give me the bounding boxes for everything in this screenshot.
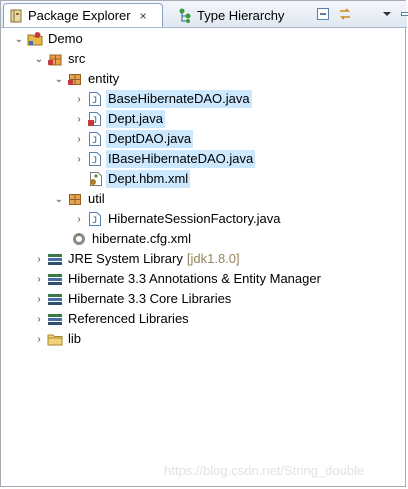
tree-label: src: [68, 51, 86, 66]
tree-node-file[interactable]: Dept.hbm.xml: [87, 169, 191, 189]
tab-type-hierarchy[interactable]: Type Hierarchy: [169, 3, 287, 27]
view-tab-bar: Package Explorer × Type Hierarchy: [1, 1, 408, 28]
tree-label: hibernate.cfg.xml: [92, 231, 191, 246]
java-file-icon: J: [87, 211, 103, 227]
tab-package-explorer[interactable]: Package Explorer ×: [3, 3, 163, 27]
tree-label: IBaseHibernateDAO.java: [106, 150, 256, 168]
tree-label: JRE System Library: [68, 251, 183, 266]
tree-label: HibernateSessionFactory.java: [108, 211, 281, 226]
link-with-editor-icon[interactable]: [337, 6, 353, 22]
chevron-right-icon[interactable]: ›: [33, 289, 45, 309]
package-explorer-icon: [8, 8, 24, 24]
chevron-right-icon[interactable]: ›: [33, 329, 45, 349]
tree-label: Referenced Libraries: [68, 311, 189, 326]
java-file-icon: J: [87, 91, 103, 107]
tree-label: lib: [68, 331, 82, 346]
chevron-right-icon[interactable]: ›: [33, 269, 45, 289]
tree-node-demo[interactable]: ⌄ Demo: [13, 29, 85, 49]
svg-text:J: J: [92, 156, 97, 166]
view-menu-icon[interactable]: [379, 6, 395, 22]
tree-label: Demo: [48, 31, 83, 46]
collapse-all-icon[interactable]: [315, 6, 331, 22]
chevron-right-icon[interactable]: ›: [73, 109, 85, 129]
tree-node-file[interactable]: hibernate.cfg.xml: [71, 229, 193, 249]
tree-node-file[interactable]: › J BaseHibernateDAO.java: [73, 89, 252, 109]
tree-node-file[interactable]: › J IBaseHibernateDAO.java: [73, 149, 256, 169]
tree-node-src[interactable]: ⌄ src: [33, 49, 87, 69]
tree-label: BaseHibernateDAO.java: [106, 90, 252, 108]
tree-node-library[interactable]: › Hibernate 3.3 Annotations & Entity Man…: [33, 269, 323, 289]
close-icon[interactable]: ×: [140, 9, 147, 23]
chevron-down-icon[interactable]: ⌄: [53, 189, 65, 209]
java-file-error-icon: J: [87, 111, 103, 127]
hibernate-config-icon: [71, 231, 87, 247]
tree-label: entity: [88, 71, 120, 86]
type-hierarchy-icon: [177, 7, 193, 23]
tree-node-lib-folder[interactable]: › lib: [33, 329, 83, 349]
tree-node-entity[interactable]: ⌄ entity: [53, 69, 121, 89]
tree-node-file[interactable]: › J HibernateSessionFactory.java: [73, 209, 282, 229]
chevron-down-icon[interactable]: ⌄: [13, 29, 25, 49]
chevron-right-icon[interactable]: ›: [73, 129, 85, 149]
package-explorer-view: Package Explorer × Type Hierarchy ⌄ Demo…: [0, 0, 408, 487]
java-file-icon: J: [87, 151, 103, 167]
tree-label: Hibernate 3.3 Annotations & Entity Manag…: [68, 271, 321, 286]
package-icon: [67, 71, 83, 87]
tree-label: DeptDAO.java: [106, 130, 194, 148]
tree-node-referenced-libraries[interactable]: › Referenced Libraries: [33, 309, 191, 329]
chevron-right-icon[interactable]: ›: [33, 249, 45, 269]
chevron-right-icon[interactable]: ›: [73, 149, 85, 169]
tree-label: Hibernate 3.3 Core Libraries: [68, 291, 232, 306]
source-folder-icon: [47, 51, 63, 67]
tree-label: util: [88, 191, 105, 206]
chevron-down-icon[interactable]: ⌄: [53, 69, 65, 89]
svg-text:J: J: [92, 136, 97, 146]
tab-label: Package Explorer: [28, 8, 131, 23]
java-file-icon: J: [87, 131, 103, 147]
library-icon: [47, 271, 63, 287]
watermark-text: https://blog.csdn.net/String_double: [164, 463, 365, 478]
tree-node-file[interactable]: › J DeptDAO.java: [73, 129, 194, 149]
folder-icon: [47, 331, 63, 347]
chevron-right-icon[interactable]: ›: [73, 89, 85, 109]
tree-node-library[interactable]: › Hibernate 3.3 Core Libraries: [33, 289, 233, 309]
jdk-version-decoration: [jdk1.8.0]: [186, 251, 240, 266]
tree-label: Dept.java: [106, 110, 165, 128]
tree-node-jre-library[interactable]: › JRE System Library [jdk1.8.0]: [33, 249, 242, 269]
chevron-down-icon[interactable]: ⌄: [33, 49, 45, 69]
tree-label: Dept.hbm.xml: [106, 170, 191, 188]
chevron-right-icon[interactable]: ›: [73, 209, 85, 229]
tree-node-util[interactable]: ⌄ util: [53, 189, 107, 209]
view-toolbar: [315, 6, 408, 22]
library-icon: [47, 291, 63, 307]
chevron-right-icon[interactable]: ›: [33, 309, 45, 329]
library-icon: [47, 311, 63, 327]
library-icon: [47, 251, 63, 267]
hibernate-mapping-icon: [87, 171, 103, 187]
package-icon: [67, 191, 83, 207]
minimize-icon[interactable]: [399, 6, 408, 22]
svg-text:J: J: [92, 96, 97, 106]
svg-text:J: J: [92, 216, 97, 226]
java-project-icon: [27, 31, 43, 47]
tree-node-file[interactable]: › J Dept.java: [73, 109, 165, 129]
tab-label: Type Hierarchy: [197, 7, 285, 23]
